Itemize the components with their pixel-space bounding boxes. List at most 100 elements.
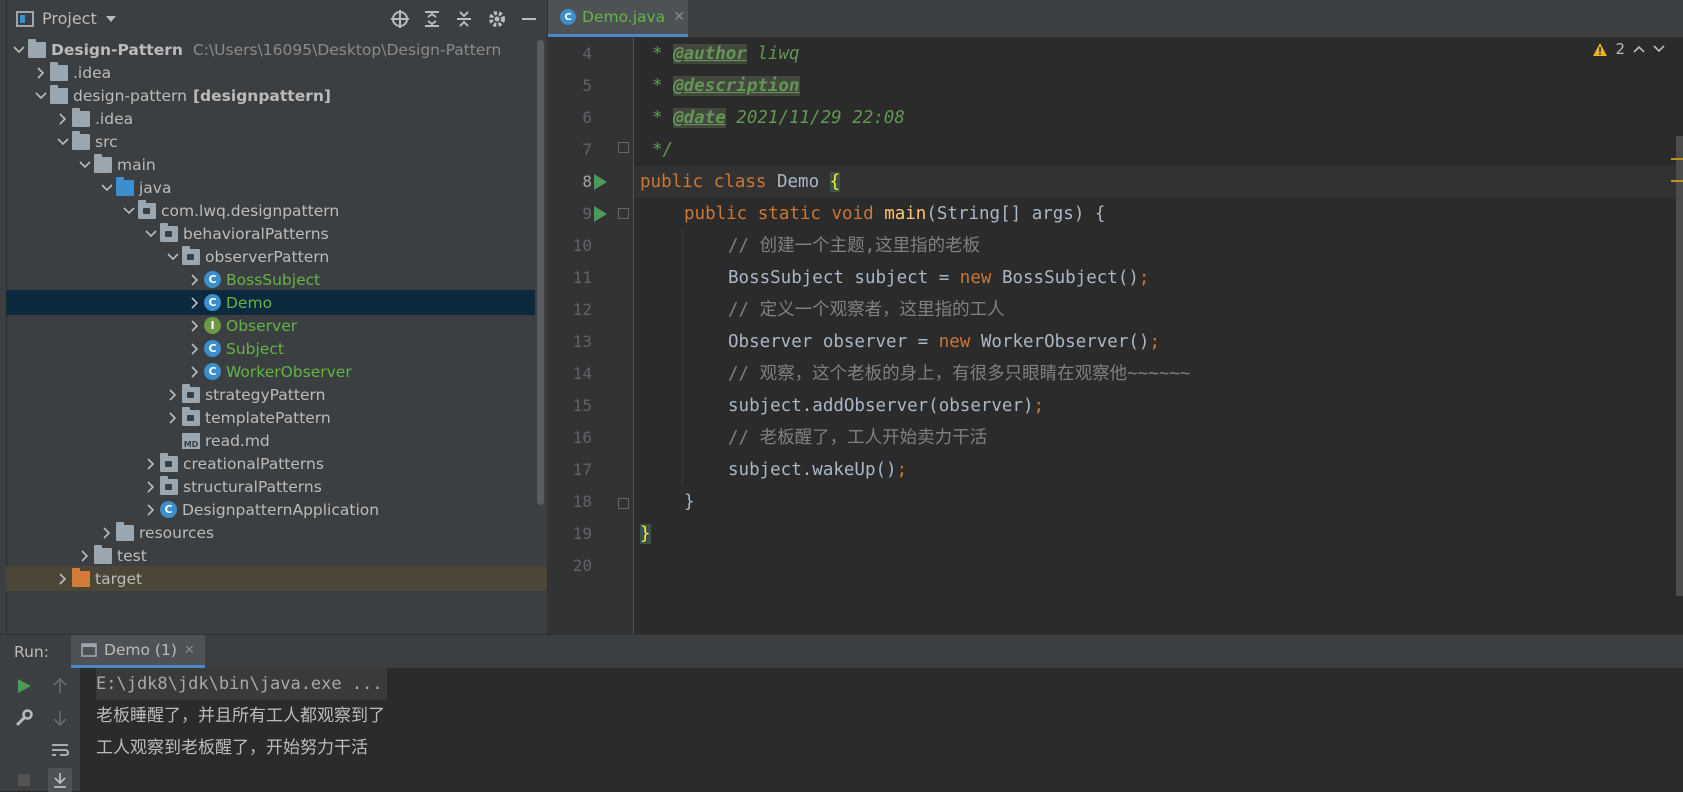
chevron-right-icon[interactable]: [186, 267, 204, 292]
chevron-down-icon[interactable]: [120, 198, 138, 223]
close-icon[interactable]: ✕: [673, 9, 685, 25]
close-icon[interactable]: ✕: [184, 643, 195, 658]
tree-item-demo[interactable]: C Demo: [6, 290, 535, 315]
tree-item-target[interactable]: target: [6, 566, 547, 591]
chevron-right-icon[interactable]: [98, 520, 116, 545]
tree-item-idea[interactable]: .idea: [6, 60, 535, 85]
warning-stripe[interactable]: [1671, 158, 1683, 160]
tree-item-boss-subject[interactable]: C BossSubject: [6, 267, 535, 292]
editor-scrollbar[interactable]: [1676, 136, 1683, 596]
arrow-up-icon: [53, 678, 67, 693]
class-icon: C: [204, 340, 221, 357]
chevron-down-icon[interactable]: [54, 129, 72, 154]
package-icon: [160, 475, 178, 495]
settings-button[interactable]: [12, 706, 36, 730]
run-tab-label: Demo (1): [103, 641, 177, 659]
soft-wrap-button[interactable]: [48, 738, 72, 762]
tree-item-main[interactable]: main: [6, 152, 535, 177]
tree-item-creational-patterns[interactable]: creationalPatterns: [6, 451, 535, 476]
tree-item-worker-observer[interactable]: C WorkerObserver: [6, 359, 535, 384]
chevron-up-icon[interactable]: [1633, 45, 1645, 53]
tab-demo-java[interactable]: C Demo.java ✕: [548, 0, 688, 37]
tree-item-java[interactable]: java: [6, 175, 535, 200]
chevron-right-icon[interactable]: [186, 290, 204, 315]
tree-item-test[interactable]: test: [6, 543, 535, 568]
tree-item-designpattern-application[interactable]: C DesignpatternApplication: [6, 497, 535, 522]
run-tab-demo[interactable]: Demo (1) ✕: [70, 635, 205, 668]
chevron-down-icon[interactable]: [10, 37, 28, 62]
code-line-16: // 老板醒了，工人开始卖力干活: [728, 428, 988, 448]
tree-item-src[interactable]: src: [6, 129, 535, 154]
code-line-5: * @description: [652, 76, 800, 96]
warning-stripe[interactable]: [1671, 180, 1683, 182]
locate-icon[interactable]: [391, 9, 409, 28]
tree-item-label: strategyPattern: [205, 385, 326, 404]
chevron-down-icon[interactable]: [105, 15, 117, 23]
tree-item-design-pattern-module[interactable]: design-pattern [designpattern]: [6, 83, 535, 108]
tree-item-structural-patterns[interactable]: structuralPatterns: [6, 474, 535, 499]
tree-item-strategy-pattern[interactable]: strategyPattern: [6, 382, 535, 407]
code-editor[interactable]: 4 5 6 7 8 9 10 11 12 13 14 15 16 17 18 1…: [548, 38, 1683, 634]
chevron-down-icon[interactable]: [1653, 45, 1665, 53]
tree-item-template-pattern[interactable]: templatePattern: [6, 405, 535, 430]
line-number: 6: [582, 108, 592, 127]
tree-item-resources[interactable]: resources: [6, 520, 535, 545]
chevron-right-icon[interactable]: [186, 336, 204, 361]
tree-item-subject[interactable]: C Subject: [6, 336, 535, 361]
scroll-down-button[interactable]: [48, 706, 72, 730]
scroll-to-end-button[interactable]: [48, 768, 72, 792]
gear-icon[interactable]: [487, 9, 507, 29]
tree-item-observer[interactable]: I Observer: [6, 313, 535, 338]
package-icon: [160, 452, 178, 472]
chevron-down-icon[interactable]: [142, 221, 160, 246]
tree-item-design-pattern-root[interactable]: Design-Pattern C:\Users\16095\Desktop\De…: [6, 37, 535, 62]
folder-icon: [72, 107, 90, 127]
rerun-button[interactable]: [12, 674, 36, 698]
run-icon[interactable]: [591, 173, 609, 191]
tree-item-package-root[interactable]: com.lwq.designpattern: [6, 198, 535, 223]
line-number: 9: [582, 204, 592, 223]
chevron-right-icon[interactable]: [164, 382, 182, 407]
scroll-up-button[interactable]: [48, 674, 72, 698]
chevron-right-icon[interactable]: [142, 497, 160, 522]
fold-marker[interactable]: [618, 498, 629, 509]
stop-button[interactable]: [12, 768, 36, 792]
tree-item-idea-inner[interactable]: .idea: [6, 106, 535, 131]
fold-marker[interactable]: [618, 142, 629, 153]
chevron-right-icon[interactable]: [54, 566, 72, 591]
chevron-right-icon[interactable]: [186, 313, 204, 338]
tree-item-label: java: [139, 178, 172, 197]
tree-item-module-name: [designpattern]: [192, 86, 331, 105]
tree-item-observer-pattern[interactable]: observerPattern: [6, 244, 535, 269]
chevron-right-icon[interactable]: [54, 106, 72, 131]
code-line-9: public static void main(String[] args) {: [684, 204, 1106, 224]
run-icon[interactable]: [591, 205, 609, 223]
collapse-all-icon[interactable]: [455, 10, 473, 28]
project-scrollbar[interactable]: [537, 40, 544, 505]
chevron-down-icon[interactable]: [164, 244, 182, 269]
chevron-right-icon[interactable]: [142, 474, 160, 499]
project-view-selector[interactable]: Project: [16, 9, 117, 28]
chevron-right-icon[interactable]: [142, 451, 160, 476]
chevron-right-icon[interactable]: [32, 60, 50, 85]
expand-all-icon[interactable]: [423, 10, 441, 28]
warning-icon: [1593, 42, 1608, 56]
tree-item-behavioral-patterns[interactable]: behavioralPatterns: [6, 221, 535, 246]
code-line-15: subject.addObserver(observer);: [728, 396, 1045, 416]
inspection-widget[interactable]: 2: [1593, 40, 1665, 58]
minimize-icon[interactable]: [521, 11, 537, 27]
tree-item-read-md[interactable]: MD read.md: [6, 428, 535, 453]
tree-item-label: structuralPatterns: [183, 477, 322, 496]
chevron-right-icon[interactable]: [186, 359, 204, 384]
source-folder-icon: [116, 176, 134, 196]
chevron-down-icon[interactable]: [98, 175, 116, 200]
chevron-right-icon[interactable]: [76, 543, 94, 568]
scroll-to-end-icon: [54, 773, 66, 788]
line-number: 19: [572, 524, 592, 543]
code-line-12: // 定义一个观察者，这里指的工人: [728, 300, 1005, 320]
tab-label: Demo.java: [582, 8, 666, 26]
chevron-down-icon[interactable]: [32, 83, 50, 108]
chevron-right-icon[interactable]: [164, 405, 182, 430]
chevron-down-icon[interactable]: [76, 152, 94, 177]
fold-marker[interactable]: [618, 208, 629, 219]
